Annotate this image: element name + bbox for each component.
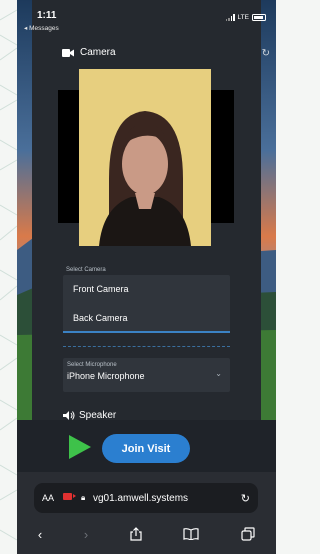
play-icon[interactable] [69,435,91,459]
select-microphone-label: Select Microphone [67,362,117,368]
url-text: vg01.amwell.systems [93,492,189,504]
chevron-down-icon: ⌄ [215,369,222,378]
browser-toolbar: ‹ › [17,520,276,548]
selected-option-indicator [63,331,230,333]
microphone-value: iPhone Microphone [67,371,145,381]
join-action-bar: Join Visit [17,420,276,472]
person-silhouette [99,111,191,246]
select-camera-label: Select Camera [66,267,106,273]
camera-option-back[interactable]: Back Camera [73,313,128,323]
carrier-label: LTE [237,14,249,21]
camera-header-label: Camera [80,47,116,58]
phone-screen: 1:11 ◂ Messages LTE Camera ↻ Select Came… [17,0,276,554]
section-divider [63,346,230,347]
share-icon[interactable] [130,527,142,541]
signal-icon [225,14,235,21]
reload-icon[interactable]: ↻ [241,492,250,505]
speaker-icon [63,411,75,420]
camera-recording-icon [63,493,76,500]
camera-option-front[interactable]: Front Camera [73,284,129,294]
bookmarks-icon[interactable] [183,528,200,540]
self-video-preview [79,69,211,246]
join-visit-button[interactable]: Join Visit [102,434,190,463]
microphone-select[interactable]: Select Microphone iPhone Microphone ⌄ [63,358,230,392]
status-bar: 1:11 ◂ Messages LTE [17,0,276,36]
forward-icon[interactable]: › [84,527,88,542]
status-time: 1:11 [37,10,57,21]
camera-section-header: Camera [62,47,116,58]
camera-select-list: Front Camera Back Camera [63,275,230,333]
battery-icon [252,14,266,21]
browser-chrome: AA 🔒︎ vg01.amwell.systems ↻ ‹ › [17,472,276,554]
refresh-icon: ↻ [261,48,270,59]
lock-icon: 🔒︎ [81,493,86,502]
tabs-icon[interactable] [241,527,255,541]
video-camera-icon [62,48,74,57]
text-size-button[interactable]: AA [42,493,54,503]
back-icon[interactable]: ‹ [38,527,42,542]
status-indicators: LTE [225,14,266,21]
address-bar[interactable]: AA 🔒︎ vg01.amwell.systems ↻ [34,483,258,513]
back-to-messages-link[interactable]: ◂ Messages [24,24,59,32]
